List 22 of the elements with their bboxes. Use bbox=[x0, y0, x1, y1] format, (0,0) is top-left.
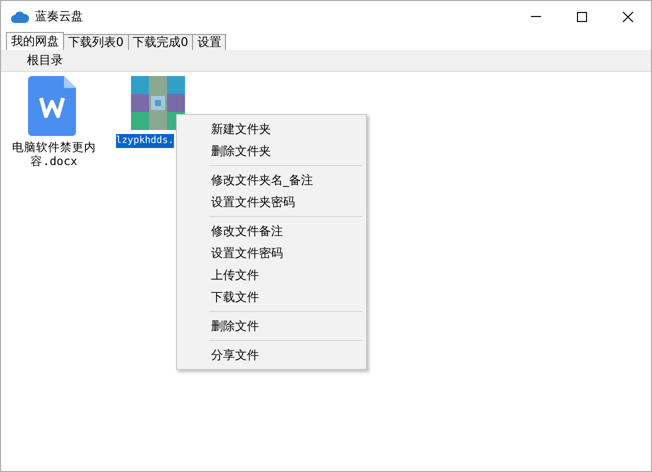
menu-item[interactable]: 分享文件 bbox=[179, 344, 364, 366]
menu-item[interactable]: 设置文件密码 bbox=[179, 242, 364, 264]
menu-item[interactable]: 设置文件夹密码 bbox=[179, 191, 364, 213]
file-name: 电脑软件禁更内容.docx bbox=[11, 140, 97, 168]
tab[interactable]: 下载完成0 bbox=[128, 34, 194, 50]
minimize-icon bbox=[531, 16, 541, 17]
file-name: lzypkhdds. bbox=[116, 134, 174, 148]
maximize-icon bbox=[576, 10, 588, 22]
close-icon bbox=[622, 10, 634, 22]
menu-item[interactable]: 上传文件 bbox=[179, 264, 364, 286]
menu-item[interactable]: 新建文件夹 bbox=[179, 118, 364, 140]
menu-item[interactable]: 删除文件 bbox=[179, 315, 364, 337]
menu-item[interactable]: 修改文件备注 bbox=[179, 220, 364, 242]
cloud-icon bbox=[11, 10, 29, 22]
path-label: 根目录 bbox=[27, 52, 63, 69]
window-title: 蓝奏云盘 bbox=[35, 8, 83, 25]
menu-item[interactable]: 删除文件夹 bbox=[179, 140, 364, 162]
menu-item[interactable]: 修改文件夹名_备注 bbox=[179, 169, 364, 191]
tab[interactable]: 我的网盘 bbox=[6, 32, 64, 50]
menu-item[interactable]: 下载文件 bbox=[179, 286, 364, 308]
tab[interactable]: 下载列表0 bbox=[63, 34, 129, 50]
tab[interactable]: 设置 bbox=[192, 34, 226, 50]
